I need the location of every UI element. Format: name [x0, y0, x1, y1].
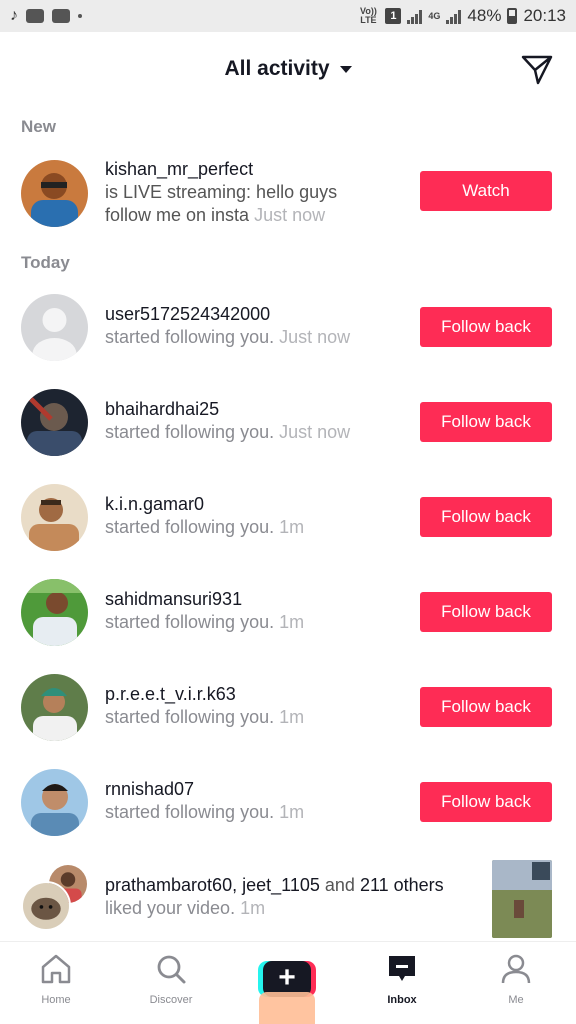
follow-back-button[interactable]: Follow back — [420, 497, 552, 537]
username[interactable]: user5172524342000 — [105, 303, 350, 326]
others-link[interactable]: 211 others — [360, 875, 444, 895]
watch-button[interactable]: Watch — [420, 171, 552, 211]
timestamp: 1m — [279, 707, 305, 727]
activity-text: started following you. — [105, 707, 275, 727]
home-icon — [41, 954, 71, 984]
list-item[interactable]: rnnishad07 started following you. 1m Fol… — [0, 768, 576, 848]
list-item[interactable]: kishan_mr_perfect is LIVE streaming: hel… — [0, 157, 576, 237]
search-icon — [157, 955, 186, 984]
list-item[interactable]: prathambarot60, jeet_1105 and 211 others… — [0, 860, 576, 940]
section-label-today: Today — [21, 253, 70, 272]
more-notifications-dot-icon — [78, 14, 82, 18]
username[interactable]: k.i.n.gamar0 — [105, 493, 304, 516]
username[interactable]: bhaihardhai25 — [105, 398, 350, 421]
avatar[interactable] — [21, 484, 88, 551]
activity-text: started following you. — [105, 327, 275, 347]
separator: , — [232, 875, 238, 895]
inbox-icon — [389, 956, 415, 981]
nav-home-label: Home — [41, 994, 71, 1006]
follow-back-button[interactable]: Follow back — [420, 402, 552, 442]
youtube-notification-icon-2 — [52, 9, 70, 23]
follow-back-button[interactable]: Follow back — [420, 687, 552, 727]
page-title: All activity — [224, 57, 330, 80]
nav-home[interactable]: Home — [16, 952, 96, 1006]
section-label-new: New — [21, 117, 56, 136]
username[interactable]: prathambarot60 — [105, 875, 232, 895]
bottom-nav: Home Discover + Inbox Me — [0, 941, 576, 1024]
list-item[interactable]: sahidmansuri931 started following you. 1… — [0, 578, 576, 658]
activity-text: started following you. — [105, 612, 275, 632]
list-item[interactable]: k.i.n.gamar0 started following you. 1m F… — [0, 483, 576, 563]
activity-text: liked your video. — [105, 898, 236, 918]
activity-text: is LIVE streaming: hello guys — [105, 182, 338, 202]
nav-discover[interactable]: Discover — [131, 952, 211, 1006]
signal-icon — [407, 8, 423, 24]
timestamp: Just now — [279, 327, 351, 347]
video-thumbnail[interactable] — [492, 860, 552, 938]
signal-icon-2 — [446, 8, 462, 24]
nav-me-label: Me — [508, 994, 524, 1006]
volte-indicator: Vo)) LTE — [359, 6, 377, 25]
timestamp: 1m — [279, 612, 305, 632]
battery-percent: 48% — [467, 6, 502, 25]
list-item[interactable]: p.r.e.e.t_v.i.r.k63 started following yo… — [0, 673, 576, 753]
nav-inbox[interactable]: Inbox — [362, 952, 442, 1006]
caret-down-icon — [339, 65, 352, 73]
youtube-notification-icon — [26, 9, 44, 23]
sim-indicator: 1 — [385, 8, 402, 24]
paper-plane-icon[interactable] — [520, 52, 554, 86]
nav-discover-label: Discover — [149, 994, 193, 1006]
list-item[interactable]: bhaihardhai25 started following you. Jus… — [0, 388, 576, 468]
follow-back-button[interactable]: Follow back — [420, 307, 552, 347]
camera-overlay-icon — [259, 992, 315, 1024]
avatar[interactable] — [21, 579, 88, 646]
activity-filter-dropdown[interactable]: All activity — [224, 57, 352, 81]
timestamp: 1m — [279, 802, 305, 822]
stacked-avatars[interactable] — [21, 863, 89, 931]
activity-text: started following you. — [105, 422, 275, 442]
default-avatar-icon[interactable] — [21, 294, 88, 361]
network-indicator: 4G — [428, 10, 441, 21]
battery-icon — [507, 8, 518, 24]
avatar[interactable] — [21, 389, 88, 456]
avatar — [21, 881, 71, 931]
avatar[interactable] — [21, 674, 88, 741]
status-bar: ♪ Vo)) LTE 1 4G 48% 20:13 — [0, 0, 576, 32]
clock: 20:13 — [523, 6, 566, 25]
nav-inbox-label: Inbox — [387, 994, 417, 1006]
header: All activity — [0, 32, 576, 106]
follow-back-button[interactable]: Follow back — [420, 592, 552, 632]
timestamp: Just now — [279, 422, 351, 442]
and-text: and — [324, 875, 355, 895]
username[interactable]: kishan_mr_perfect — [105, 158, 337, 181]
profile-icon — [501, 954, 531, 984]
nav-me[interactable]: Me — [476, 952, 556, 1006]
timestamp: 1m — [279, 517, 305, 537]
activity-text: started following you. — [105, 517, 275, 537]
username[interactable]: jeet_1105 — [242, 875, 320, 895]
activity-text: started following you. — [105, 802, 275, 822]
list-item[interactable]: user5172524342000 started following you.… — [0, 293, 576, 373]
avatar[interactable] — [21, 160, 88, 227]
username[interactable]: p.r.e.e.t_v.i.r.k63 — [105, 683, 304, 706]
timestamp: Just now — [254, 205, 326, 225]
username[interactable]: sahidmansuri931 — [105, 588, 304, 611]
avatar[interactable] — [21, 769, 88, 836]
follow-back-button[interactable]: Follow back — [420, 782, 552, 822]
timestamp: 1m — [240, 898, 266, 918]
activity-text-2: follow me on insta — [105, 205, 250, 225]
username[interactable]: rnnishad07 — [105, 778, 304, 801]
tiktok-notification-icon: ♪ — [10, 7, 18, 24]
